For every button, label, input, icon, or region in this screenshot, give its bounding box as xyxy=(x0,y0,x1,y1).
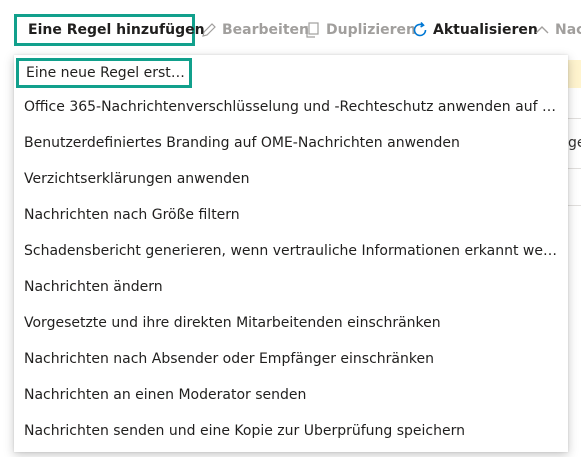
move-button[interactable]: Nach xyxy=(533,14,581,46)
menu-item-label: Office 365-Nachrichtenverschlüsselung un… xyxy=(24,99,558,115)
edit-label: Bearbeiten xyxy=(222,22,309,38)
add-rule-label: Eine Regel hinzufügen xyxy=(28,22,205,38)
add-rule-dropdown-menu: Eine neue Regel erstellen Office 365-Nac… xyxy=(14,55,568,452)
pencil-icon xyxy=(202,23,216,37)
menu-item-label: Nachrichten ändern xyxy=(24,279,163,295)
menu-item-modify-messages[interactable]: Nachrichten ändern xyxy=(14,269,568,305)
menu-item-apply-encryption[interactable]: Office 365-Nachrichtenverschlüsselung un… xyxy=(14,89,568,125)
divider xyxy=(568,118,581,119)
rules-list-background xyxy=(568,60,581,457)
menu-item-custom-branding[interactable]: Benutzerdefiniertes Branding auf OME-Nac… xyxy=(14,125,568,161)
command-bar: Eine Regel hinzufügen Bearbeiten Duplizi… xyxy=(0,0,581,60)
menu-item-incident-report[interactable]: Schadensbericht generieren, wenn vertrau… xyxy=(14,233,568,269)
list-partial-text: ge xyxy=(568,135,581,151)
duplicate-button[interactable]: Duplizieren xyxy=(304,14,416,46)
duplicate-label: Duplizieren xyxy=(326,22,417,38)
menu-item-filter-by-size[interactable]: Nachrichten nach Größe filtern xyxy=(14,197,568,233)
menu-item-label: Nachrichten senden und eine Kopie zur Üb… xyxy=(24,423,465,439)
refresh-label: Aktualisieren xyxy=(433,22,538,38)
refresh-button[interactable]: Aktualisieren xyxy=(411,14,538,46)
copy-icon xyxy=(306,22,319,38)
menu-item-label: Nachrichten nach Größe filtern xyxy=(24,207,240,223)
menu-item-send-to-moderator[interactable]: Nachrichten an einen Moderator senden xyxy=(14,377,568,413)
menu-item-label: Vorgesetzte und ihre direkten Mitarbeite… xyxy=(24,315,441,331)
move-label: Nach xyxy=(555,22,581,38)
divider xyxy=(568,205,581,206)
add-rule-button[interactable]: Eine Regel hinzufügen xyxy=(14,14,205,46)
menu-item-create-new-rule[interactable]: Eine neue Regel erstellen xyxy=(16,58,192,88)
menu-item-label: Benutzerdefiniertes Branding auf OME-Nac… xyxy=(24,135,460,151)
menu-item-apply-disclaimers[interactable]: Verzichtserklärungen anwenden xyxy=(14,161,568,197)
menu-item-label: Nachrichten an einen Moderator senden xyxy=(24,387,307,403)
menu-item-label: Verzichtserklärungen anwenden xyxy=(24,171,250,187)
chevron-up-icon xyxy=(535,26,549,34)
notice-banner xyxy=(568,60,581,88)
menu-item-send-and-keep-copy[interactable]: Nachrichten senden und eine Kopie zur Üb… xyxy=(14,413,568,449)
menu-item-restrict-sender-recipient[interactable]: Nachrichten nach Absender oder Empfänger… xyxy=(14,341,568,377)
menu-item-label: Nachrichten nach Absender oder Empfänger… xyxy=(24,351,434,367)
divider xyxy=(568,168,581,169)
menu-item-restrict-managers[interactable]: Vorgesetzte und ihre direkten Mitarbeite… xyxy=(14,305,568,341)
refresh-icon xyxy=(413,21,427,37)
menu-item-label: Schadensbericht generieren, wenn vertrau… xyxy=(24,243,558,259)
menu-item-label: Eine neue Regel erstellen xyxy=(26,65,189,81)
edit-button[interactable]: Bearbeiten xyxy=(200,14,309,46)
